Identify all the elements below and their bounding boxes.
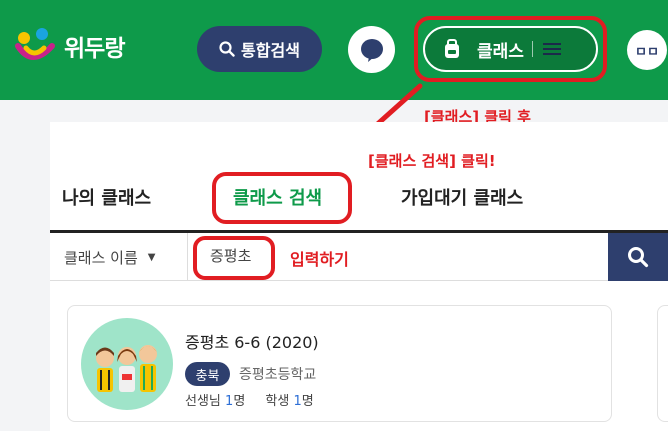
student-count: 1 bbox=[293, 394, 302, 409]
highlight-class-button bbox=[414, 16, 607, 82]
class-title: 증평초 6-6 (2020) bbox=[185, 333, 319, 352]
logo-mark-icon bbox=[12, 24, 62, 68]
school-name: 증평초등학교 bbox=[239, 367, 317, 383]
student-unit: 명 bbox=[301, 394, 314, 409]
student-label: 학생 bbox=[265, 394, 290, 409]
caret-down-icon: ▼ bbox=[147, 251, 156, 263]
annotation-click-search: [클래스 검색] 클릭! bbox=[368, 152, 496, 170]
integrated-search-label: 통합검색 bbox=[241, 41, 300, 60]
tab-my-class[interactable]: 나의 클래스 bbox=[62, 184, 151, 210]
teacher-unit: 명 bbox=[233, 394, 246, 409]
chat-button[interactable] bbox=[348, 26, 395, 73]
search-icon bbox=[219, 41, 235, 57]
region-badge: 충북 bbox=[185, 362, 230, 386]
avatar[interactable]: ㅁㅁ bbox=[627, 30, 667, 70]
next-class-card[interactable] bbox=[657, 305, 668, 422]
search-icon bbox=[628, 247, 649, 268]
member-stats: 선생님 1명 학생 1명 bbox=[185, 390, 314, 409]
tab-bar: 나의 클래스 클래스 검색 가입대기 클래스 bbox=[50, 170, 668, 230]
highlight-search-tab bbox=[212, 172, 352, 224]
chat-bubble-icon bbox=[360, 38, 383, 62]
tab-pending-class[interactable]: 가입대기 클래스 bbox=[401, 184, 523, 210]
logo-text: 위두랑 bbox=[64, 36, 125, 62]
page: 위두랑 통합검색 클래스 ㅁㅁ [클래스] 클릭 후 [클래스 검색] 클릭! … bbox=[0, 0, 668, 431]
integrated-search-button[interactable]: 통합검색 bbox=[197, 26, 322, 72]
class-card[interactable]: 증평초 6-6 (2020) 충북 증평초등학교 선생님 1명 학생 1명 bbox=[67, 305, 612, 422]
filter-select-label: 클래스 이름 bbox=[64, 248, 138, 267]
logo[interactable]: 위두랑 bbox=[12, 24, 125, 68]
search-submit-button[interactable] bbox=[608, 233, 668, 281]
annotation-type-input: 입력하기 bbox=[290, 250, 349, 269]
search-bar: 클래스 이름 ▼ 증평초 bbox=[50, 233, 668, 281]
highlight-search-input bbox=[193, 236, 275, 280]
kids-illustration-icon bbox=[96, 345, 157, 392]
filter-select[interactable]: 클래스 이름 ▼ bbox=[50, 233, 188, 281]
class-thumbnail bbox=[81, 318, 173, 410]
teacher-label: 선생님 bbox=[185, 394, 221, 409]
